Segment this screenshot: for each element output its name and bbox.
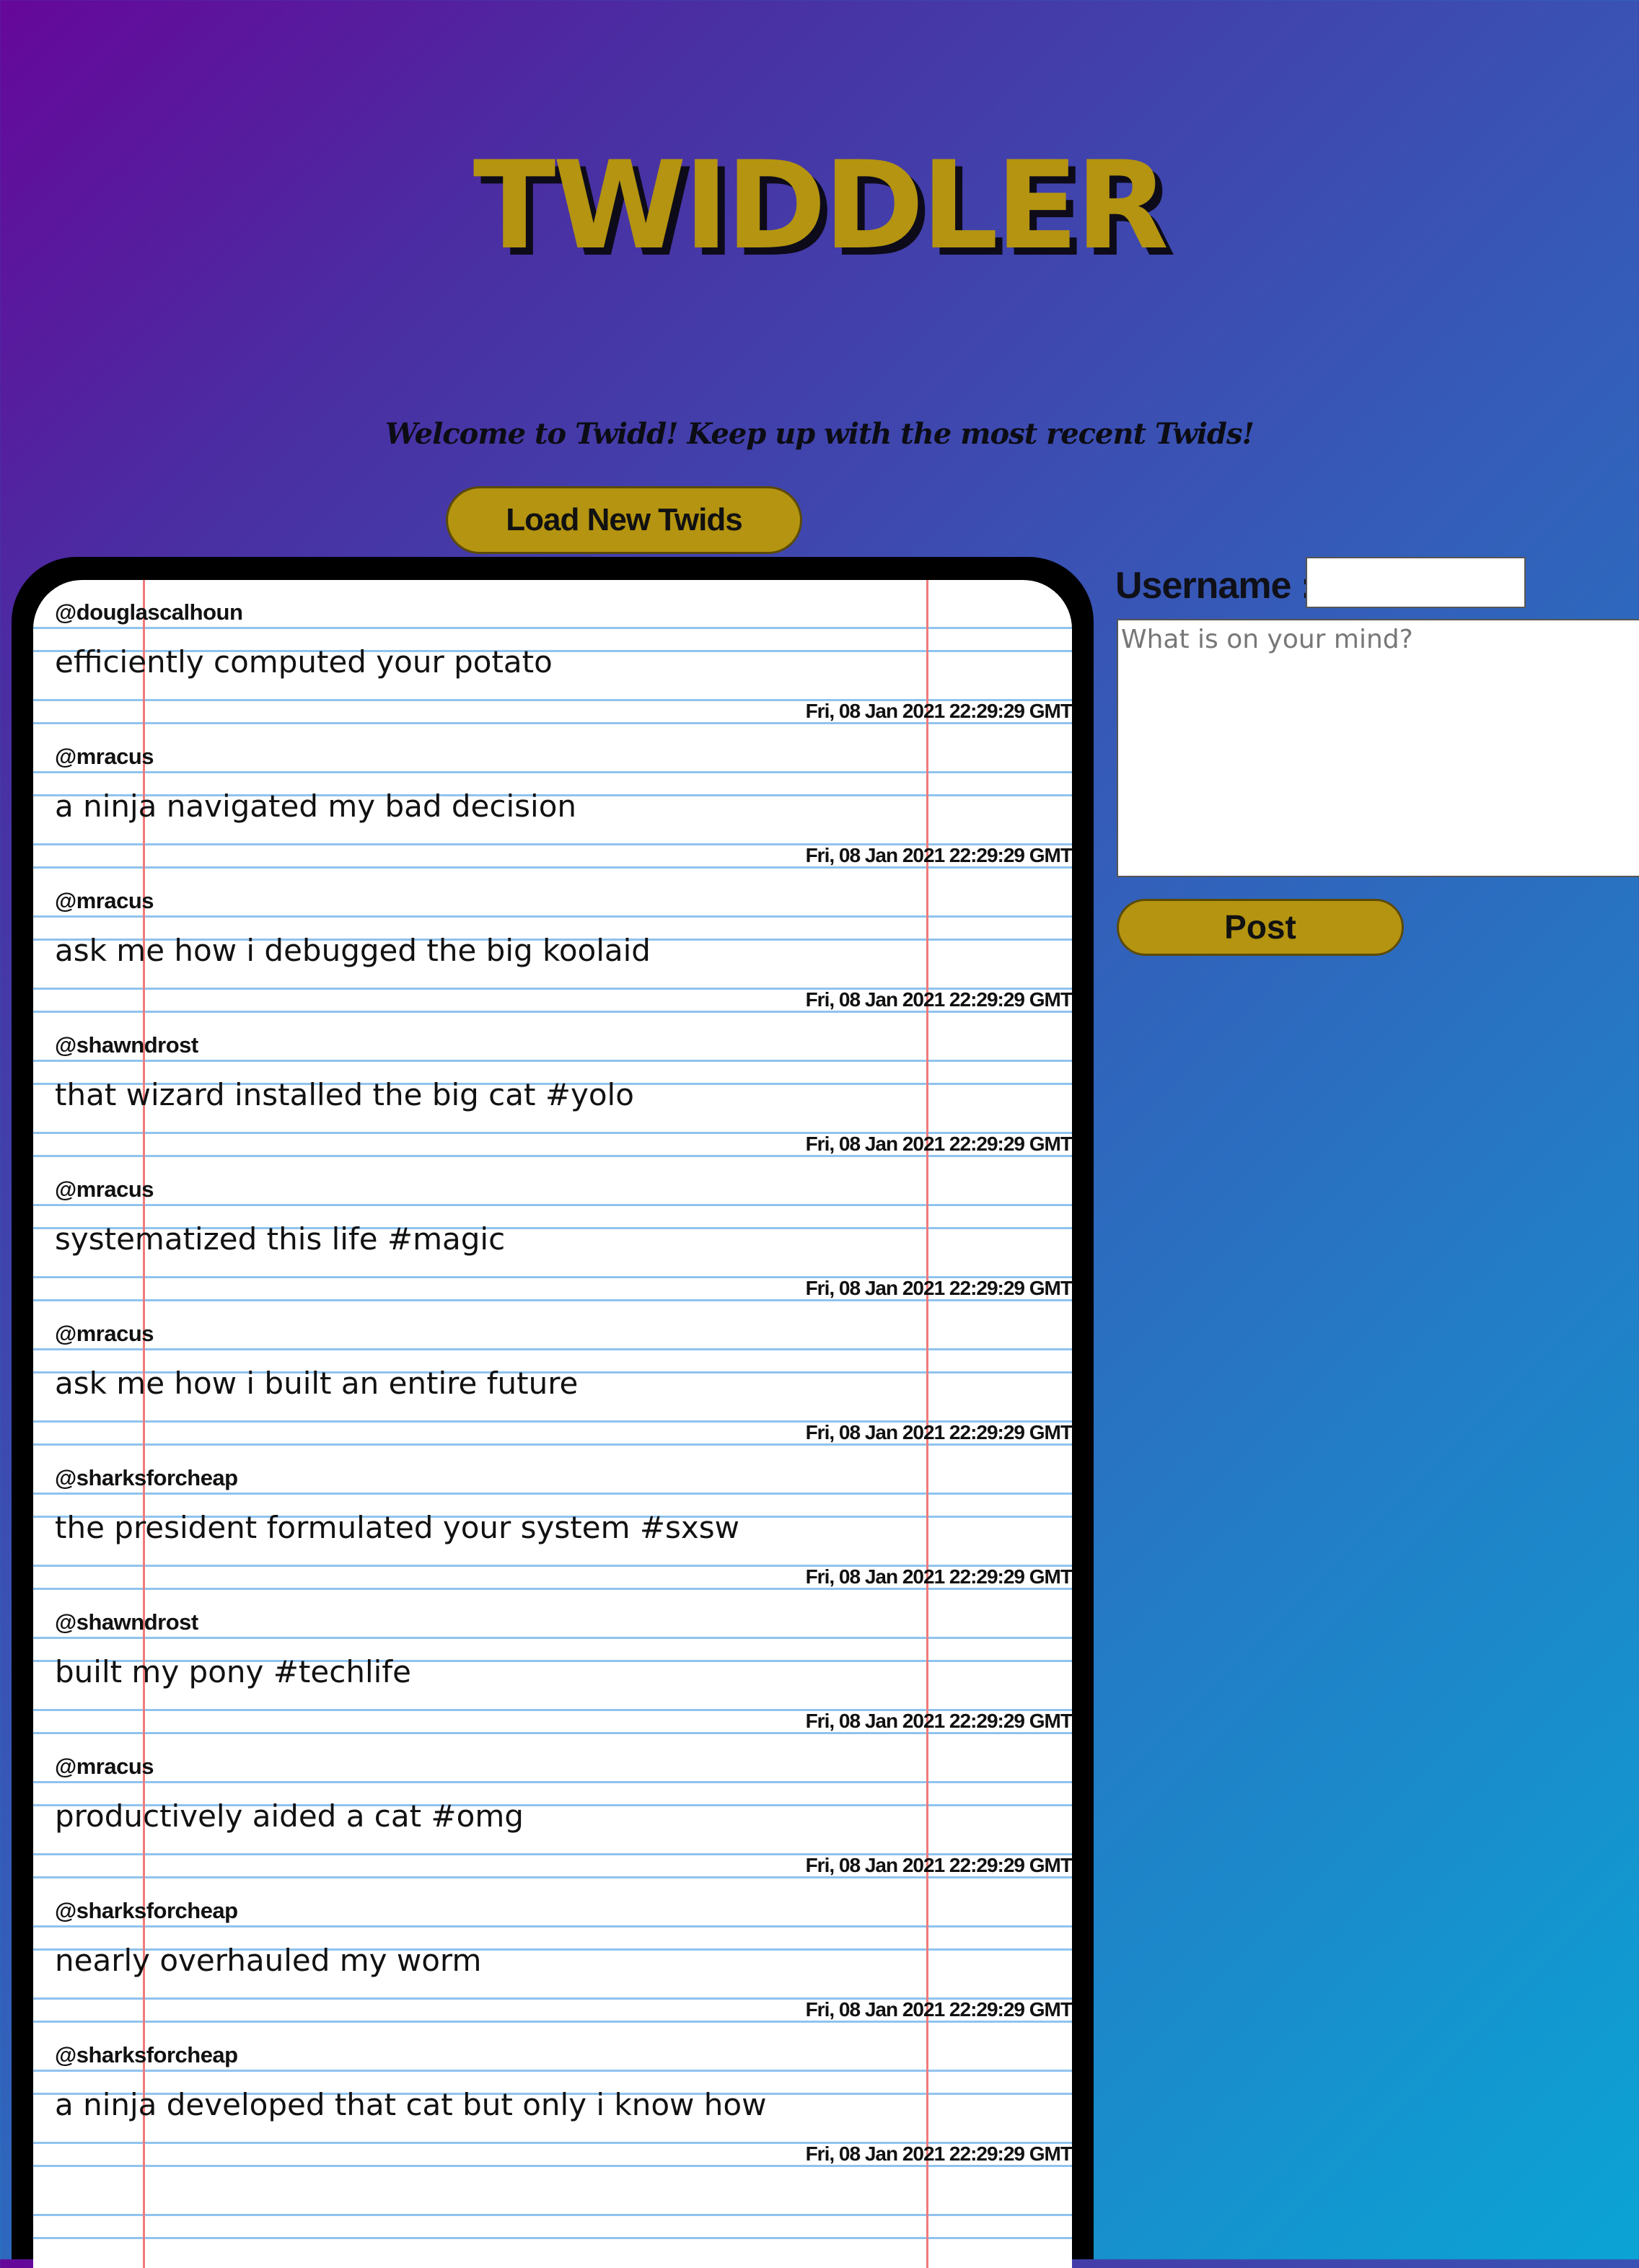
twid-item: @mracus productively aided a cat #omg Fri,… [33,1739,1072,1883]
twid-message: that wizard installed the big cat #yolo [55,1077,634,1112]
page-title: TWIDDLER [473,135,1169,276]
twid-message: a ninja developed that cat but only i kn… [55,2087,767,2122]
twid-item: @sharksforcheap nearly overhauled my worm… [33,1883,1072,2027]
twid-item: @mracus ask me how i debugged the big koo… [33,873,1072,1017]
twid-timestamp: Fri, 08 Jan 2021 22:29:29 GMT [805,988,1072,1011]
twid-username[interactable]: @shawndrost [55,1032,198,1058]
twid-timestamp: Fri, 08 Jan 2021 22:29:29 GMT [805,700,1072,722]
load-new-twids-button[interactable]: Load New Twids [446,486,802,554]
twid-item: @sharksforcheap the president formulated … [33,1450,1072,1594]
username-input[interactable] [1306,557,1526,608]
twid-timestamp: Fri, 08 Jan 2021 22:29:29 GMT [805,1277,1072,1299]
twid-timestamp: Fri, 08 Jan 2021 22:29:29 GMT [805,1710,1072,1732]
twid-username[interactable]: @sharksforcheap [55,2042,238,2068]
message-input[interactable] [1117,619,1639,877]
twid-username[interactable]: @sharksforcheap [55,1898,238,1924]
twid-message: ask me how i debugged the big koolaid [55,933,651,968]
twid-timestamp: Fri, 08 Jan 2021 22:29:29 GMT [805,1854,1072,1876]
twid-username[interactable]: @mracus [55,1177,154,1203]
twid-timestamp: Fri, 08 Jan 2021 22:29:29 GMT [805,1133,1072,1155]
twid-item: @douglascalhoun efficiently computed your… [33,584,1072,729]
welcome-message: Welcome to Twidd! Keep up with the most … [385,417,1254,451]
twid-username[interactable]: @mracus [55,888,154,914]
twid-username[interactable]: @douglascalhoun [55,599,243,625]
twid-timestamp: Fri, 08 Jan 2021 22:29:29 GMT [805,1421,1072,1443]
twid-username[interactable]: @mracus [55,1754,154,1780]
twid-username[interactable]: @sharksforcheap [55,1465,238,1491]
twid-item: @mracus ask me how i built an entire futu… [33,1306,1072,1450]
twid-item: @mracus systematized this life #magic Fri,… [33,1161,1072,1306]
twid-item: @shawndrost built my pony #techlife Fri, 0… [33,1594,1072,1739]
twid-username[interactable]: @shawndrost [55,1609,198,1635]
twid-message: systematized this life #magic [55,1221,506,1257]
twid-timestamp: Fri, 08 Jan 2021 22:29:29 GMT [805,1565,1072,1588]
twid-item: @sharksforcheap a ninja developed that ca… [33,2027,1072,2171]
twid-timestamp: Fri, 08 Jan 2021 22:29:29 GMT [805,1998,1072,2021]
twid-item: @shawndrost that wizard installed the big… [33,1017,1072,1161]
twid-message: productively aided a cat #omg [55,1798,524,1834]
twid-username[interactable]: @mracus [55,1321,154,1347]
twid-timestamp: Fri, 08 Jan 2021 22:29:29 GMT [805,2142,1072,2165]
twid-message: efficiently computed your potato [55,644,553,680]
twid-item: @mracus a ninja navigated my bad decision… [33,729,1072,873]
twid-timestamp: Fri, 08 Jan 2021 22:29:29 GMT [805,844,1072,866]
twid-feed[interactable]: @douglascalhoun efficiently computed your… [33,580,1072,2268]
twid-feed-frame: @douglascalhoun efficiently computed your… [12,557,1094,2268]
twid-message: a ninja navigated my bad decision [55,788,577,824]
twid-message: ask me how i built an entire future [55,1366,579,1401]
twid-message: nearly overhauled my worm [55,1943,482,1978]
post-button[interactable]: Post [1117,899,1404,956]
twid-message: built my pony #techlife [55,1654,411,1689]
username-label: Username : [1115,565,1313,607]
twid-message: the president formulated your system #sx… [55,1510,740,1545]
twid-username[interactable]: @mracus [55,744,154,770]
